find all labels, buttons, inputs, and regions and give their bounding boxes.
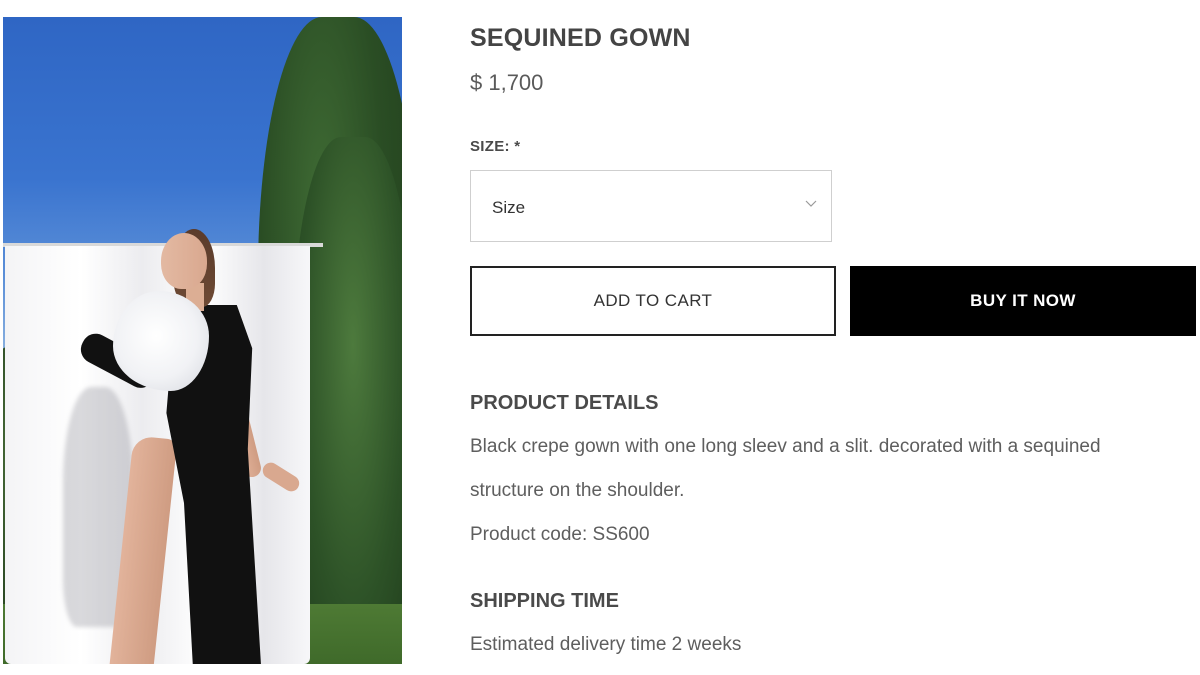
chevron-down-icon [805,200,817,207]
product-price: $ 1,700 [470,70,544,95]
product-description-line-2: structure on the shoulder. [470,480,685,501]
size-select[interactable]: Size [470,170,832,242]
add-to-cart-button[interactable]: ADD TO CART [470,266,836,336]
model-head [161,233,207,289]
buy-it-now-button[interactable]: BUY IT NOW [850,266,1196,336]
shipping-time-heading: SHIPPING TIME [470,590,619,612]
sequined-shoulder-ruffle [113,291,209,391]
product-page: SEQUINED GOWN $ 1,700 SIZE: * Size ADD T… [0,0,1200,675]
product-description-line-1: Black crepe gown with one long sleev and… [470,436,1101,457]
delivery-estimate: Estimated delivery time 2 weeks [470,634,742,655]
product-title: SEQUINED GOWN [470,24,691,52]
size-select-value: Size [492,198,526,217]
product-photo[interactable] [3,17,402,664]
product-details-heading: PRODUCT DETAILS [470,392,659,414]
size-label: SIZE: * [470,138,521,155]
product-code: Product code: SS600 [470,524,650,545]
